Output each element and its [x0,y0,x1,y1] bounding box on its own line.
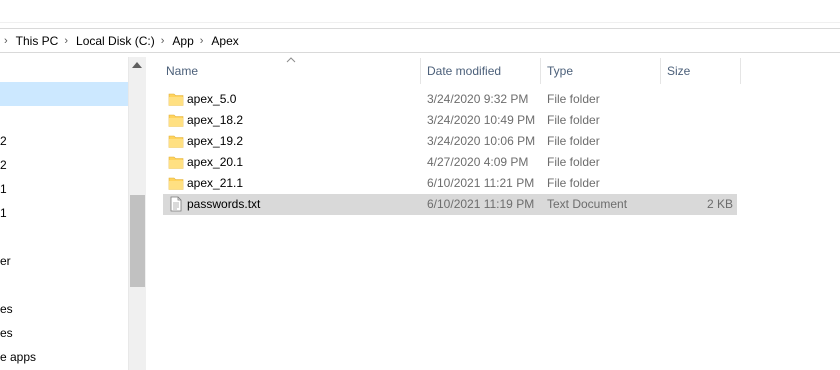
nav-item[interactable]: 1 [0,202,7,224]
folder-icon [168,114,184,127]
file-date: 6/10/2021 11:19 PM [427,197,535,211]
file-name: passwords.txt [187,197,261,211]
file-row[interactable]: apex_18.2 3/24/2020 10:49 PM File folder [163,110,737,131]
nav-item[interactable]: es [0,322,13,344]
file-name: apex_19.2 [187,134,244,148]
folder-icon [168,177,184,190]
navigation-pane: 2 2 1 1 er es es e apps [0,52,128,370]
scrollbar-thumb[interactable] [130,195,145,287]
file-size [663,110,733,131]
nav-item[interactable]: es [0,298,13,320]
file-type: File folder [547,92,600,106]
file-type: Text Document [547,197,628,211]
file-size [663,89,733,110]
chevron-right-icon[interactable]: › [157,35,171,47]
nav-item[interactable]: 1 [0,178,7,200]
nav-item[interactable]: er [0,250,11,272]
breadcrumb-local-disk[interactable]: Local Disk (C:) [74,34,157,48]
chevron-right-icon[interactable]: › [196,35,210,47]
file-type: File folder [547,113,600,127]
column-header-name[interactable]: Name [163,58,421,84]
file-type: File folder [547,176,600,190]
nav-selected-item[interactable] [0,82,128,106]
file-name: apex_20.1 [187,155,244,169]
folder-icon [168,135,184,148]
file-date: 4/27/2020 4:09 PM [427,155,529,169]
file-row[interactable]: apex_21.1 6/10/2021 11:21 PM File folder [163,173,737,194]
file-size [663,131,733,152]
file-date: 3/24/2020 10:06 PM [427,134,536,148]
file-row[interactable]: apex_19.2 3/24/2020 10:06 PM File folder [163,131,737,152]
breadcrumb-this-pc[interactable]: This PC [14,34,61,48]
file-name: apex_21.1 [187,176,244,190]
folder-icon [168,156,184,169]
file-date: 6/10/2021 11:21 PM [427,176,535,190]
file-name: apex_18.2 [187,113,244,127]
file-type: File folder [547,134,600,148]
ribbon-strip [0,0,840,23]
folder-icon [168,93,184,106]
file-size [663,173,733,194]
breadcrumb-app[interactable]: App [170,34,195,48]
chevron-right-icon[interactable]: › [60,35,74,47]
file-row[interactable]: apex_5.0 3/24/2020 9:32 PM File folder [163,89,737,110]
file-name: apex_5.0 [187,92,237,106]
nav-scrollbar[interactable] [128,57,146,370]
file-row-selected[interactable]: passwords.txt 6/10/2021 11:19 PM Text Do… [163,194,737,215]
nav-item[interactable]: e apps [0,346,36,368]
text-file-icon [170,196,182,212]
address-bar[interactable]: › This PC › Local Disk (C:) › App › Apex [0,28,840,53]
file-date: 3/24/2020 9:32 PM [427,92,529,106]
breadcrumb-apex[interactable]: Apex [209,34,240,48]
file-size [663,152,733,173]
file-date: 3/24/2020 10:49 PM [427,113,536,127]
file-type: File folder [547,155,600,169]
column-header-size[interactable]: Size [661,58,741,84]
file-size: 2 KB [706,197,733,211]
chevron-right-icon[interactable]: › [0,35,14,47]
column-header-date-modified[interactable]: Date modified [421,58,541,84]
nav-item[interactable]: 2 [0,154,7,176]
column-header-type[interactable]: Type [541,58,661,84]
nav-item[interactable]: 2 [0,130,7,152]
scroll-up-arrow-icon[interactable] [132,62,142,68]
file-row[interactable]: apex_20.1 4/27/2020 4:09 PM File folder [163,152,737,173]
